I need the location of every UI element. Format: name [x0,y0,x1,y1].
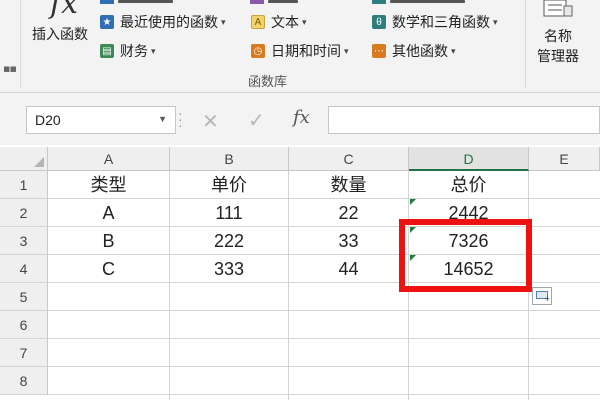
more-functions-label: 其他函数 [392,43,448,59]
select-all-corner[interactable] [0,147,48,171]
math-trig-button[interactable]: θ 数学和三角函数 ▾ [372,12,498,32]
chevron-down-icon: ▾ [151,45,156,56]
book-icon: ▤ [100,44,114,58]
paste-options-icon[interactable]: + [532,287,552,305]
clock-icon: ◷ [251,44,265,58]
chevron-down-icon: ▾ [302,16,307,27]
column-header-e[interactable]: E [529,147,600,171]
grid-line [48,394,600,395]
date-time-label: 日期和时间 [271,43,341,59]
row-header-6[interactable]: 6 [0,311,48,339]
grid-line [48,310,600,311]
cell-a3[interactable]: B [48,227,169,255]
column-header-c[interactable]: C [289,147,409,171]
cell-c1[interactable]: 数量 [289,171,408,199]
cell-b3[interactable]: 222 [170,227,288,255]
more-functions-icon: ⋯ [372,44,386,58]
cell-c3[interactable]: 33 [289,227,408,255]
collapsed-group-icon[interactable]: ▪▪ [3,62,17,75]
star-icon: ★ [100,15,114,29]
logical-button-clipped[interactable] [250,0,305,6]
theta-icon: θ [372,15,386,29]
column-header-d[interactable]: D [409,147,529,171]
cell-b2[interactable]: 111 [170,199,288,227]
text-label: 文本 [271,14,299,30]
name-box-value: D20 [35,112,61,128]
red-highlight-box [399,219,532,292]
insert-function-icon[interactable]: fx [50,0,78,21]
name-manager-button[interactable]: 名称 管理器 [537,26,579,66]
cell-a2[interactable]: A [48,199,169,227]
more-functions-button[interactable]: ⋯ 其他函数 ▾ [372,41,456,61]
cell-c4[interactable]: 44 [289,255,408,283]
row-header-1[interactable]: 1 [0,171,48,199]
text-a-icon: A [251,15,265,29]
name-manager-label-line1: 名称 [544,28,572,44]
math-trig-label: 数学和三角函数 [392,14,490,30]
chevron-down-icon: ▾ [451,45,456,56]
cell-b1[interactable]: 单价 [170,171,288,199]
cell-a1[interactable]: 类型 [48,171,169,199]
cell-c2[interactable]: 22 [289,199,408,227]
cell-b4[interactable]: 333 [170,255,288,283]
row-header-3[interactable]: 3 [0,227,48,255]
financial-label: 财务 [120,43,148,59]
row-header-5[interactable]: 5 [0,283,48,311]
autosum-button-clipped[interactable] [100,0,180,6]
insert-function-fx-button[interactable]: fx [293,107,310,128]
grid-line [48,338,600,339]
date-time-button[interactable]: ◷ 日期和时间 ▾ [251,41,349,61]
row-header-8[interactable]: 8 [0,367,48,395]
lookup-reference-button-clipped[interactable] [372,0,472,6]
financial-button[interactable]: ▤ 财务 ▾ [100,41,156,61]
recently-used-label: 最近使用的函数 [120,14,218,30]
cell-a4[interactable]: C [48,255,169,283]
ribbon-separator [20,0,21,88]
column-header-b[interactable]: B [170,147,289,171]
formula-bar-grip-icon[interactable]: · · · [178,106,183,132]
column-header-a[interactable]: A [48,147,170,171]
function-library-group-label: 函数库 [248,74,288,89]
enter-entry-button[interactable]: ✓ [248,108,265,133]
ribbon-separator [525,0,526,88]
name-manager-icon[interactable] [540,0,574,22]
cancel-entry-button[interactable]: ✕ [202,109,219,134]
name-manager-label-line2: 管理器 [537,48,579,64]
recently-used-button[interactable]: ★ 最近使用的函数 ▾ [100,12,226,32]
text-button[interactable]: A 文本 ▾ [251,12,307,32]
insert-function-button[interactable]: 插入函数 [32,24,88,44]
row-header-4[interactable]: 4 [0,255,48,283]
name-box-dropdown-icon[interactable]: ▼ [158,114,167,124]
row-header-7[interactable]: 7 [0,339,48,367]
formula-input[interactable] [328,106,600,134]
chevron-down-icon: ▾ [493,16,498,27]
cell-d1[interactable]: 总价 [409,171,528,199]
chevron-down-icon: ▾ [221,16,226,27]
grid-line [48,366,600,367]
row-header-2[interactable]: 2 [0,199,48,227]
error-indicator-icon[interactable] [410,199,416,205]
name-box[interactable]: D20 ▼ [26,106,176,134]
ribbon-formulas-tab: ▪▪ fx 插入函数 ★ 最近使用的函数 ▾ ▤ 财务 ▾ A 文本 ▾ ◷ 日… [0,0,600,93]
chevron-down-icon: ▾ [344,45,349,56]
